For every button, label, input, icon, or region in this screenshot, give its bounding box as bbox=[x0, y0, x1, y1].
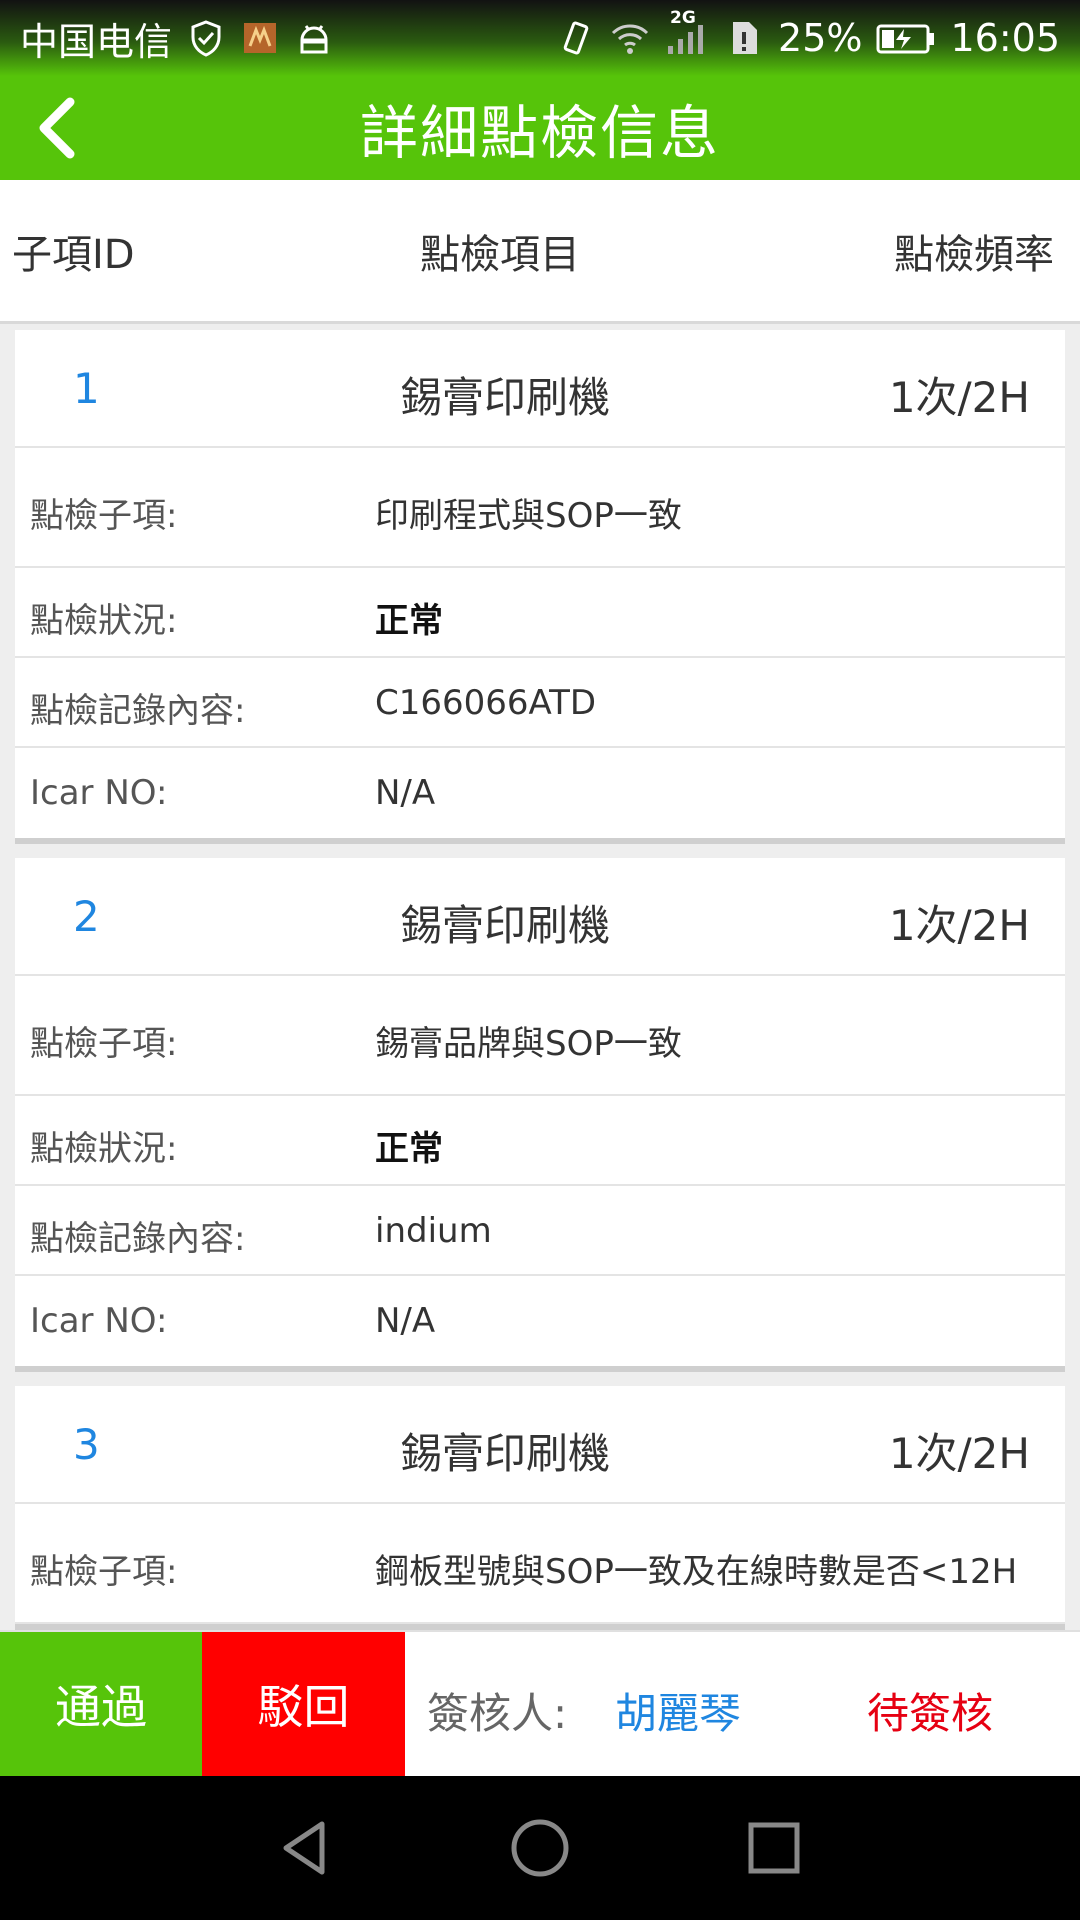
approver-info: 簽核人: 胡麗琴 待簽核 bbox=[405, 1632, 1080, 1776]
app-notification-icon bbox=[240, 18, 280, 58]
record-item: 錫膏印刷機 bbox=[400, 373, 611, 422]
status-row: 點檢狀況: 正常 bbox=[15, 1096, 1065, 1186]
status-row: 點檢狀況: 正常 bbox=[15, 568, 1065, 658]
icar-row: Icar NO: N/A bbox=[15, 748, 1065, 838]
record-content-label: 點檢記錄內容: bbox=[30, 691, 246, 731]
wifi-icon bbox=[610, 18, 650, 58]
icar-value: N/A bbox=[375, 1301, 436, 1341]
sub-item-value: 鋼板型號與SOP一致及在線時數是否<12H bbox=[375, 1552, 1018, 1592]
inspection-card[interactable]: 2 錫膏印刷機 1次/2H 點檢子項: 錫膏品牌與SOP一致 點檢狀況: 正常 … bbox=[15, 858, 1065, 1372]
sub-item-label: 點檢子項: bbox=[30, 1024, 178, 1064]
sub-item-label: 點檢子項: bbox=[30, 496, 178, 536]
inspection-card[interactable]: 3 錫膏印刷機 1次/2H 點檢子項: 鋼板型號與SOP一致及在線時數是否<12… bbox=[15, 1386, 1065, 1630]
inspection-list[interactable]: 1 錫膏印刷機 1次/2H 點檢子項: 印刷程式與SOP一致 點檢狀況: 正常 … bbox=[0, 324, 1080, 1630]
record-id: 1 bbox=[73, 364, 100, 413]
home-circle-icon[interactable] bbox=[508, 1816, 572, 1880]
record-content-label: 點檢記錄內容: bbox=[30, 1219, 246, 1259]
sub-item-row: 點檢子項: 鋼板型號與SOP一致及在線時數是否<12H bbox=[15, 1504, 1065, 1624]
app-bar: 詳細點檢信息 bbox=[0, 76, 1080, 180]
column-header: 子項ID 點檢項目 點檢頻率 bbox=[0, 180, 1080, 324]
battery-percentage: 25% bbox=[778, 16, 863, 60]
approver-name: 胡麗琴 bbox=[615, 1689, 742, 1738]
network-badge: 2G bbox=[670, 8, 696, 28]
sim-alert-icon bbox=[724, 18, 764, 58]
carrier-name: 中国电信 bbox=[20, 19, 173, 64]
record-item: 錫膏印刷機 bbox=[400, 1429, 611, 1478]
icar-value: N/A bbox=[375, 773, 436, 813]
column-header-frequency: 點檢頻率 bbox=[894, 231, 1054, 278]
record-frequency: 1次/2H bbox=[888, 1429, 1030, 1478]
column-header-item: 點檢項目 bbox=[420, 231, 580, 278]
record-item: 錫膏印刷機 bbox=[400, 901, 611, 950]
recents-square-icon[interactable] bbox=[742, 1816, 806, 1880]
shield-check-icon bbox=[186, 18, 226, 58]
status-label: 點檢狀況: bbox=[30, 1129, 178, 1169]
reject-button[interactable]: 駁回 bbox=[202, 1632, 405, 1776]
clock: 16:05 bbox=[950, 16, 1060, 60]
record-content-value: C166066ATD bbox=[375, 683, 597, 723]
column-header-id: 子項ID bbox=[12, 231, 135, 278]
chevron-left-icon bbox=[39, 97, 75, 159]
battery-charging-icon bbox=[876, 18, 936, 58]
record-content-row: 點檢記錄內容: indium bbox=[15, 1186, 1065, 1276]
status-label: 點檢狀況: bbox=[30, 601, 178, 641]
status-left: 中国电信 bbox=[20, 11, 334, 66]
action-bar: 通過 駁回 簽核人: 胡麗琴 待簽核 bbox=[0, 1630, 1080, 1776]
record-frequency: 1次/2H bbox=[888, 373, 1030, 422]
sub-item-value: 印刷程式與SOP一致 bbox=[375, 496, 682, 536]
vibrate-icon bbox=[556, 18, 596, 58]
record-content-row: 點檢記錄內容: C166066ATD bbox=[15, 658, 1065, 748]
android-icon bbox=[294, 18, 334, 58]
back-triangle-icon[interactable] bbox=[274, 1816, 338, 1880]
approver-label: 簽核人: bbox=[427, 1689, 568, 1738]
status-value: 正常 bbox=[375, 1129, 443, 1169]
record-id: 3 bbox=[73, 1420, 100, 1469]
navigation-bar bbox=[0, 1776, 1080, 1920]
approval-status: 待簽核 bbox=[867, 1689, 994, 1738]
sub-item-label: 點檢子項: bbox=[30, 1552, 178, 1592]
status-bar: 中国电信 2G 25% 16:05 bbox=[0, 0, 1080, 76]
sub-item-row: 點檢子項: 印刷程式與SOP一致 bbox=[15, 448, 1065, 568]
status-value: 正常 bbox=[375, 601, 443, 641]
signal-icon: 2G bbox=[664, 8, 710, 58]
status-right: 2G 25% 16:05 bbox=[556, 8, 1060, 60]
card-header: 2 錫膏印刷機 1次/2H bbox=[15, 858, 1065, 976]
sub-item-row: 點檢子項: 錫膏品牌與SOP一致 bbox=[15, 976, 1065, 1096]
record-frequency: 1次/2H bbox=[888, 901, 1030, 950]
back-button[interactable] bbox=[22, 90, 98, 166]
icar-label: Icar NO: bbox=[30, 1301, 168, 1341]
sub-item-value: 錫膏品牌與SOP一致 bbox=[375, 1024, 682, 1064]
icar-label: Icar NO: bbox=[30, 773, 168, 813]
record-id: 2 bbox=[73, 892, 100, 941]
page-title: 詳細點檢信息 bbox=[359, 99, 720, 167]
record-content-value: indium bbox=[375, 1211, 492, 1251]
card-header: 3 錫膏印刷機 1次/2H bbox=[15, 1386, 1065, 1504]
inspection-card[interactable]: 1 錫膏印刷機 1次/2H 點檢子項: 印刷程式與SOP一致 點檢狀況: 正常 … bbox=[15, 330, 1065, 844]
pass-button[interactable]: 通過 bbox=[0, 1632, 202, 1776]
card-header: 1 錫膏印刷機 1次/2H bbox=[15, 330, 1065, 448]
icar-row: Icar NO: N/A bbox=[15, 1276, 1065, 1366]
